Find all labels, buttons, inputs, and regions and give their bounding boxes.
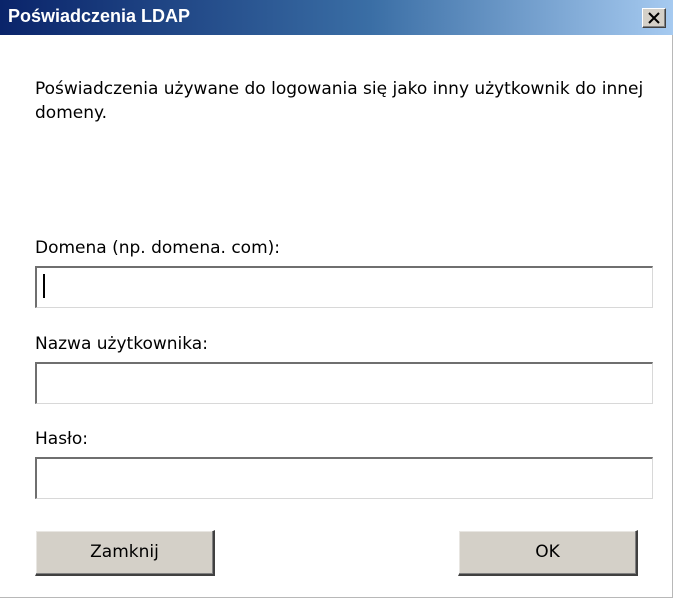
close-icon [648,12,660,24]
dialog-title: Poświadczenia LDAP [8,6,191,26]
domain-label: Domena (np. domena. com): [35,238,280,258]
domain-input[interactable] [35,266,653,308]
username-input[interactable] [35,362,653,404]
password-label: Hasło: [35,429,89,449]
ok-button[interactable]: OK [458,530,638,576]
text-caret [43,274,45,298]
close-button[interactable] [642,8,666,28]
close-dialog-button[interactable]: Zamknij [35,530,215,576]
title-bar: Poświadczenia LDAP [0,0,673,35]
password-input[interactable] [35,457,653,499]
ldap-credentials-dialog: Poświadczenia LDAP Poświadczenia używane… [0,0,673,598]
dialog-description: Poświadczenia używane do logowania się j… [35,79,644,123]
username-label: Nazwa użytkownika: [35,334,208,354]
